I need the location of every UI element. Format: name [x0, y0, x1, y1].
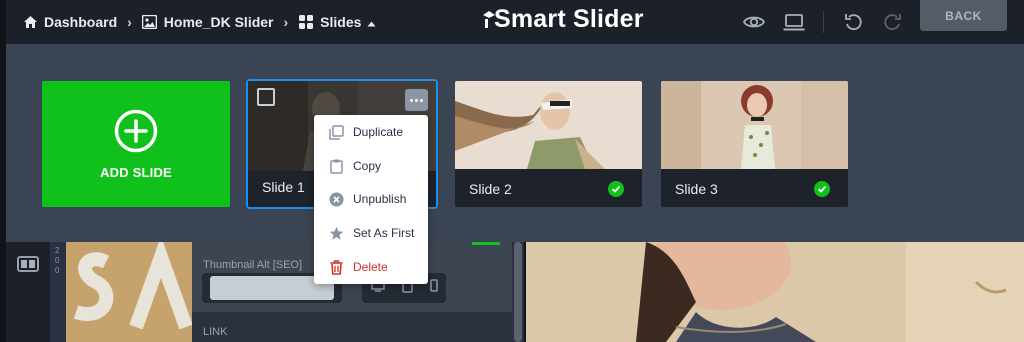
menu-item-delete[interactable]: Delete	[314, 252, 428, 282]
left-rail	[6, 242, 50, 342]
link-section-label: LINK	[203, 326, 228, 338]
slide-label: Slide 1	[262, 179, 305, 195]
duplicate-icon	[328, 124, 344, 140]
breadcrumb-project-label: Home_DK Slider	[163, 14, 274, 30]
redo-icon[interactable]	[882, 11, 904, 33]
image-icon	[142, 14, 158, 30]
unpublish-icon	[328, 191, 344, 207]
graduation-cap-icon	[482, 9, 496, 31]
star-icon	[328, 225, 344, 241]
breadcrumb-slides-label: Slides	[320, 14, 362, 30]
link-section[interactable]: LINK	[192, 312, 512, 342]
dot	[415, 98, 418, 102]
trash-icon	[328, 259, 344, 275]
home-icon	[22, 14, 38, 30]
logo-text: Smart Slider	[494, 5, 644, 33]
clipboard-icon	[328, 158, 344, 174]
vertical-ruler: 2 0 0	[50, 242, 66, 342]
more-options-button[interactable]	[405, 89, 428, 111]
back-button[interactable]: BACK	[920, 0, 1007, 31]
grid-icon	[298, 14, 314, 30]
menu-item-label: Copy	[353, 159, 382, 173]
ruler-label: 0	[55, 266, 60, 275]
chevron-right-icon: ›	[283, 14, 289, 30]
menu-item-label: Duplicate	[353, 125, 404, 139]
panel-scrollbar-thumb[interactable]	[514, 242, 522, 342]
slide-thumbnail	[455, 81, 642, 169]
editor-area: 2 0 0 Thumbnail Alt [SEO] LINK	[0, 242, 1024, 342]
menu-item-label: Unpublish	[353, 192, 407, 206]
slide-label: Slide 3	[675, 181, 718, 197]
published-check-icon	[608, 181, 624, 197]
menu-item-label: Delete	[353, 260, 388, 274]
menu-item-copy[interactable]: Copy	[314, 151, 428, 181]
slide-select-checkbox[interactable]	[257, 88, 275, 106]
top-bar: Dashboard › Home_DK Slider › Slides Smar…	[6, 0, 1024, 44]
slides-strip: ADD SLIDE Slide 1 Slide 2 Slide 3	[6, 44, 1024, 242]
menu-item-duplicate[interactable]: Duplicate	[314, 117, 428, 147]
dot	[410, 98, 413, 102]
thumbnail-alt-label: Thumbnail Alt [SEO]	[203, 259, 303, 271]
toolbar-divider	[823, 11, 824, 33]
slide-label: Slide 2	[469, 181, 512, 197]
mobile-icon[interactable]	[429, 279, 438, 297]
eye-icon[interactable]	[743, 11, 765, 33]
add-circle-icon	[114, 109, 158, 152]
ruler-label: 2	[55, 246, 60, 255]
layout-icon[interactable]	[17, 256, 39, 272]
published-check-icon	[814, 181, 830, 197]
caret-up-icon	[367, 14, 376, 30]
slide-canvas-preview-right	[526, 242, 1024, 342]
toolbar-icons	[743, 0, 904, 44]
dot	[420, 98, 423, 102]
slide-card-3[interactable]: Slide 3	[661, 81, 848, 207]
breadcrumb-project[interactable]: Home_DK Slider	[142, 14, 274, 30]
add-slide-button[interactable]: ADD SLIDE	[42, 81, 230, 207]
smart-slider-logo: Smart Slider	[482, 5, 644, 34]
menu-item-set-as-first[interactable]: Set As First	[314, 218, 428, 248]
ruler-label: 0	[55, 256, 60, 265]
slide-card-2[interactable]: Slide 2	[455, 81, 642, 207]
laptop-icon[interactable]	[783, 11, 805, 33]
menu-item-unpublish[interactable]: Unpublish	[314, 184, 428, 214]
add-slide-label: ADD SLIDE	[100, 164, 172, 180]
slide-context-menu: Duplicate Copy Unpublish Set As First De…	[314, 115, 428, 284]
chevron-right-icon: ›	[127, 14, 132, 30]
breadcrumb-dashboard[interactable]: Dashboard	[22, 14, 117, 30]
breadcrumb-slides[interactable]: Slides	[298, 14, 376, 30]
panel-top-indicator	[472, 242, 500, 245]
slide-canvas-preview-left	[66, 242, 196, 342]
undo-icon[interactable]	[842, 11, 864, 33]
slide-thumbnail	[661, 81, 848, 169]
menu-item-label: Set As First	[353, 226, 415, 240]
breadcrumb-dashboard-label: Dashboard	[44, 14, 118, 30]
